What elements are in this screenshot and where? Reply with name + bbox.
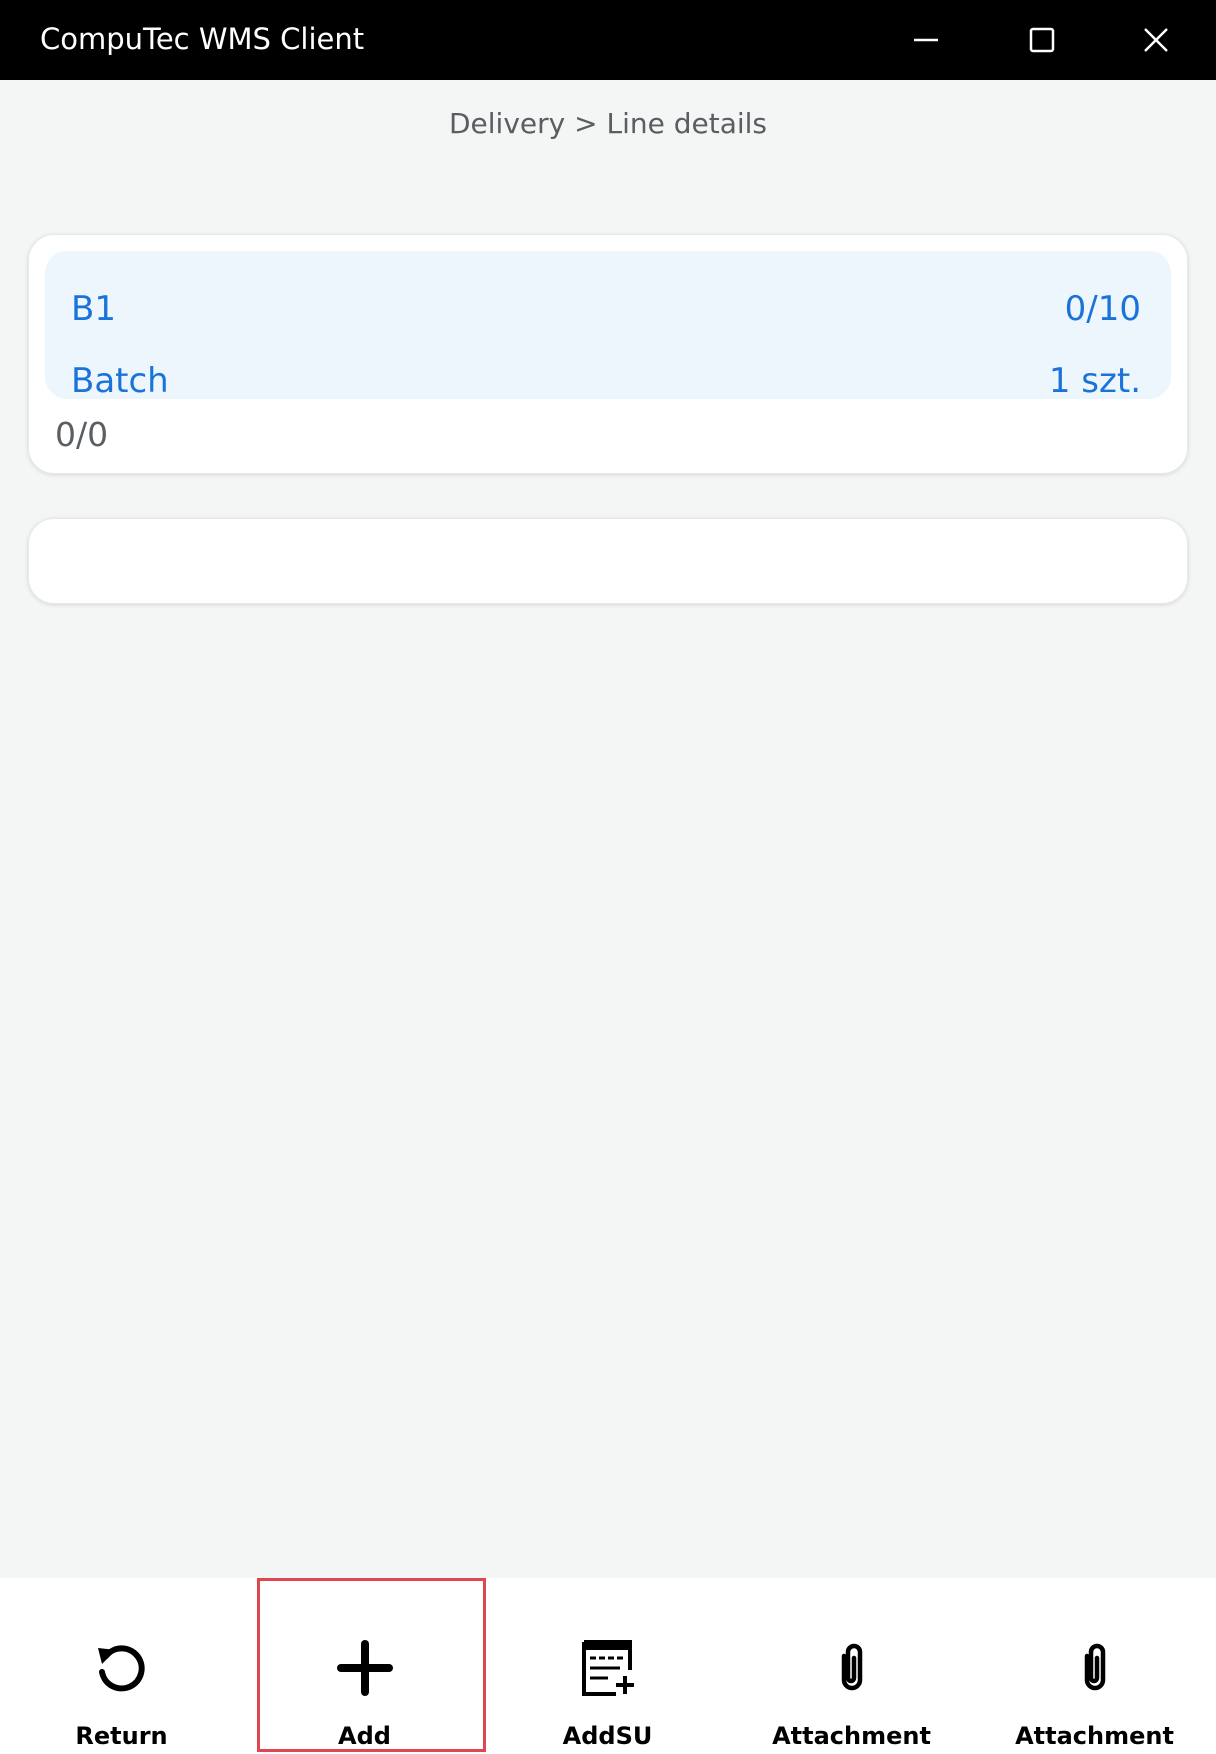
add-su-label: AddSU [562,1722,653,1750]
window-titlebar: CompuTec WMS Client [0,0,1216,80]
add-label: Add [338,1722,391,1750]
add-icon [336,1640,393,1696]
item-quantity: 0/10 [1064,289,1141,329]
return-label: Return [75,1722,168,1750]
attachment-label: Attachment [772,1722,931,1750]
add-button[interactable]: Add [243,1578,486,1754]
item-summary [45,251,1171,399]
unit-of-measure: 1 szt. [1048,361,1141,401]
attachment-label-2: Attachment [1015,1722,1174,1750]
return-icon [97,1645,145,1692]
maximize-button[interactable] [1014,14,1070,66]
attachment-button[interactable]: Attachment [730,1578,973,1754]
app-title: CompuTec WMS Client [40,22,365,56]
maximize-icon [1029,27,1055,53]
attachment-icon [841,1643,862,1691]
attachment-button-2[interactable]: Attachment [973,1578,1216,1754]
batch-list-card[interactable] [28,518,1188,604]
minimize-button[interactable] [898,14,954,66]
add-su-icon [581,1640,634,1696]
breadcrumb: Delivery > Line details [448,107,768,140]
close-icon [1144,28,1168,52]
attachment-icon [1084,1643,1105,1691]
item-code: B1 [71,289,116,329]
line-details-card[interactable]: B1 0/10 Batch 1 szt. 0/0 [28,234,1188,474]
batch-count: 0/0 [55,415,109,454]
return-button[interactable]: Return [0,1578,243,1754]
management-type: Batch [71,361,169,401]
minimize-icon [914,38,938,42]
close-button[interactable] [1128,14,1184,66]
add-su-button[interactable]: AddSU [486,1578,729,1754]
bottom-toolbar: Return Add AddSU Attachment Attachment [0,1578,1216,1754]
